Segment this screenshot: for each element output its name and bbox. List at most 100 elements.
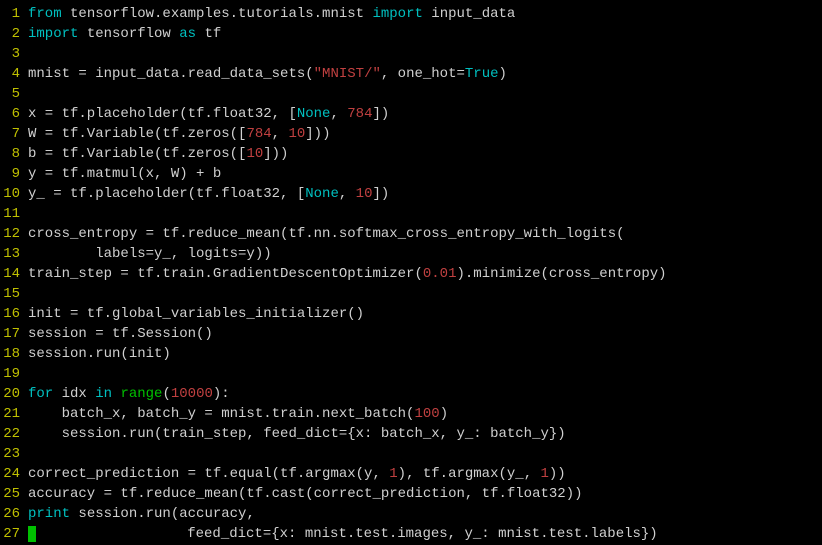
code-content[interactable] bbox=[28, 364, 822, 384]
token-ident: session = tf.Session() bbox=[28, 326, 213, 342]
token-num: 1 bbox=[541, 466, 549, 482]
line-number: 5 bbox=[0, 84, 28, 104]
code-line[interactable]: 12cross_entropy = tf.reduce_mean(tf.nn.s… bbox=[0, 224, 822, 244]
code-line[interactable]: 8b = tf.Variable(tf.zeros([10])) bbox=[0, 144, 822, 164]
code-content[interactable] bbox=[28, 44, 822, 64]
code-line[interactable]: 5 bbox=[0, 84, 822, 104]
code-content[interactable]: session.run(init) bbox=[28, 344, 822, 364]
code-content[interactable] bbox=[28, 84, 822, 104]
token-num: 784 bbox=[246, 126, 271, 142]
code-line[interactable]: 20for idx in range(10000): bbox=[0, 384, 822, 404]
token-num: 784 bbox=[347, 106, 372, 122]
token-ident: train_step = tf.train.GradientDescentOpt… bbox=[28, 266, 423, 282]
code-content[interactable]: train_step = tf.train.GradientDescentOpt… bbox=[28, 264, 822, 284]
token-str: "MNIST/" bbox=[314, 66, 381, 82]
code-line[interactable]: 27 feed_dict={x: mnist.test.images, y_: … bbox=[0, 524, 822, 544]
line-number: 17 bbox=[0, 324, 28, 344]
code-content[interactable]: print session.run(accuracy, bbox=[28, 504, 822, 524]
code-line[interactable]: 21 batch_x, batch_y = mnist.train.next_b… bbox=[0, 404, 822, 424]
code-content[interactable]: correct_prediction = tf.equal(tf.argmax(… bbox=[28, 464, 822, 484]
token-kw: None bbox=[297, 106, 331, 122]
token-ident: ).minimize(cross_entropy) bbox=[456, 266, 666, 282]
code-line[interactable]: 15 bbox=[0, 284, 822, 304]
code-content[interactable]: init = tf.global_variables_initializer() bbox=[28, 304, 822, 324]
line-number: 4 bbox=[0, 64, 28, 84]
code-content[interactable] bbox=[28, 204, 822, 224]
code-line[interactable]: 16init = tf.global_variables_initializer… bbox=[0, 304, 822, 324]
code-content[interactable]: for idx in range(10000): bbox=[28, 384, 822, 404]
line-number: 13 bbox=[0, 244, 28, 264]
token-ident: cross_entropy = tf.reduce_mean(tf.nn.sof… bbox=[28, 226, 625, 242]
code-line[interactable]: 6x = tf.placeholder(tf.float32, [None, 7… bbox=[0, 104, 822, 124]
code-content[interactable]: import tensorflow as tf bbox=[28, 24, 822, 44]
token-ident: y_ = tf.placeholder(tf.float32, [ bbox=[28, 186, 305, 202]
code-content[interactable]: feed_dict={x: mnist.test.images, y_: mni… bbox=[28, 524, 822, 544]
line-number: 22 bbox=[0, 424, 28, 444]
line-number: 21 bbox=[0, 404, 28, 424]
token-ident: b = tf.Variable(tf.zeros([ bbox=[28, 146, 246, 162]
token-kw: import bbox=[28, 26, 78, 42]
code-content[interactable]: y_ = tf.placeholder(tf.float32, [None, 1… bbox=[28, 184, 822, 204]
code-line[interactable]: 13 labels=y_, logits=y)) bbox=[0, 244, 822, 264]
code-line[interactable]: 23 bbox=[0, 444, 822, 464]
code-line[interactable]: 1from tensorflow.examples.tutorials.mnis… bbox=[0, 4, 822, 24]
code-content[interactable]: y = tf.matmul(x, W) + b bbox=[28, 164, 822, 184]
code-line[interactable]: 2import tensorflow as tf bbox=[0, 24, 822, 44]
token-kw: import bbox=[372, 6, 422, 22]
token-builtin: range bbox=[120, 386, 162, 402]
line-number: 18 bbox=[0, 344, 28, 364]
code-content[interactable]: session = tf.Session() bbox=[28, 324, 822, 344]
code-content[interactable]: x = tf.placeholder(tf.float32, [None, 78… bbox=[28, 104, 822, 124]
token-ident: ), tf.argmax(y_, bbox=[398, 466, 541, 482]
code-line[interactable]: 24correct_prediction = tf.equal(tf.argma… bbox=[0, 464, 822, 484]
line-number: 20 bbox=[0, 384, 28, 404]
token-ident: )) bbox=[549, 466, 566, 482]
code-content[interactable]: cross_entropy = tf.reduce_mean(tf.nn.sof… bbox=[28, 224, 822, 244]
token-ident: y = tf.matmul(x, W) + b bbox=[28, 166, 221, 182]
code-line[interactable]: 26print session.run(accuracy, bbox=[0, 504, 822, 524]
code-content[interactable] bbox=[28, 284, 822, 304]
token-ident: labels=y_, logits=y)) bbox=[28, 246, 272, 262]
code-content[interactable]: from tensorflow.examples.tutorials.mnist… bbox=[28, 4, 822, 24]
code-line[interactable]: 19 bbox=[0, 364, 822, 384]
token-ident: ) bbox=[440, 406, 448, 422]
code-line[interactable]: 14train_step = tf.train.GradientDescentO… bbox=[0, 264, 822, 284]
token-num: 0.01 bbox=[423, 266, 457, 282]
token-ident: , bbox=[339, 186, 356, 202]
code-content[interactable]: session.run(train_step, feed_dict={x: ba… bbox=[28, 424, 822, 444]
code-line[interactable]: 4mnist = input_data.read_data_sets("MNIS… bbox=[0, 64, 822, 84]
code-line[interactable]: 17session = tf.Session() bbox=[0, 324, 822, 344]
token-ident: ) bbox=[499, 66, 507, 82]
code-content[interactable]: accuracy = tf.reduce_mean(tf.cast(correc… bbox=[28, 484, 822, 504]
token-ident: , bbox=[272, 126, 289, 142]
token-kw: True bbox=[465, 66, 499, 82]
code-editor[interactable]: 1 from tensorflow.examples.tutorials.mnis… bbox=[0, 4, 822, 544]
token-ident: mnist = input_data.read_data_sets( bbox=[28, 66, 314, 82]
token-kw: as bbox=[179, 26, 196, 42]
line-number: 2 bbox=[0, 24, 28, 44]
cursor bbox=[28, 526, 36, 542]
token-ident: accuracy = tf.reduce_mean(tf.cast(correc… bbox=[28, 486, 583, 502]
code-content[interactable] bbox=[28, 444, 822, 464]
token-num: 10 bbox=[246, 146, 263, 162]
code-content[interactable]: labels=y_, logits=y)) bbox=[28, 244, 822, 264]
token-ident: session.run(train_step, feed_dict={x: ba… bbox=[28, 426, 566, 442]
code-content[interactable]: W = tf.Variable(tf.zeros([784, 10])) bbox=[28, 124, 822, 144]
code-line[interactable]: 18session.run(init) bbox=[0, 344, 822, 364]
code-line[interactable]: 7W = tf.Variable(tf.zeros([784, 10])) bbox=[0, 124, 822, 144]
line-number: 8 bbox=[0, 144, 28, 164]
code-line[interactable]: 25accuracy = tf.reduce_mean(tf.cast(corr… bbox=[0, 484, 822, 504]
token-ident: W = tf.Variable(tf.zeros([ bbox=[28, 126, 246, 142]
token-ident: idx bbox=[53, 386, 95, 402]
code-line[interactable]: 10y_ = tf.placeholder(tf.float32, [None,… bbox=[0, 184, 822, 204]
code-content[interactable]: batch_x, batch_y = mnist.train.next_batc… bbox=[28, 404, 822, 424]
token-ident: , one_hot= bbox=[381, 66, 465, 82]
token-ident: ])) bbox=[305, 126, 330, 142]
code-line[interactable]: 11 bbox=[0, 204, 822, 224]
code-line[interactable]: 22 session.run(train_step, feed_dict={x:… bbox=[0, 424, 822, 444]
code-content[interactable]: b = tf.Variable(tf.zeros([10])) bbox=[28, 144, 822, 164]
code-line[interactable]: 9y = tf.matmul(x, W) + b bbox=[0, 164, 822, 184]
code-line[interactable]: 3 bbox=[0, 44, 822, 64]
token-ident: ): bbox=[213, 386, 230, 402]
code-content[interactable]: mnist = input_data.read_data_sets("MNIST… bbox=[28, 64, 822, 84]
